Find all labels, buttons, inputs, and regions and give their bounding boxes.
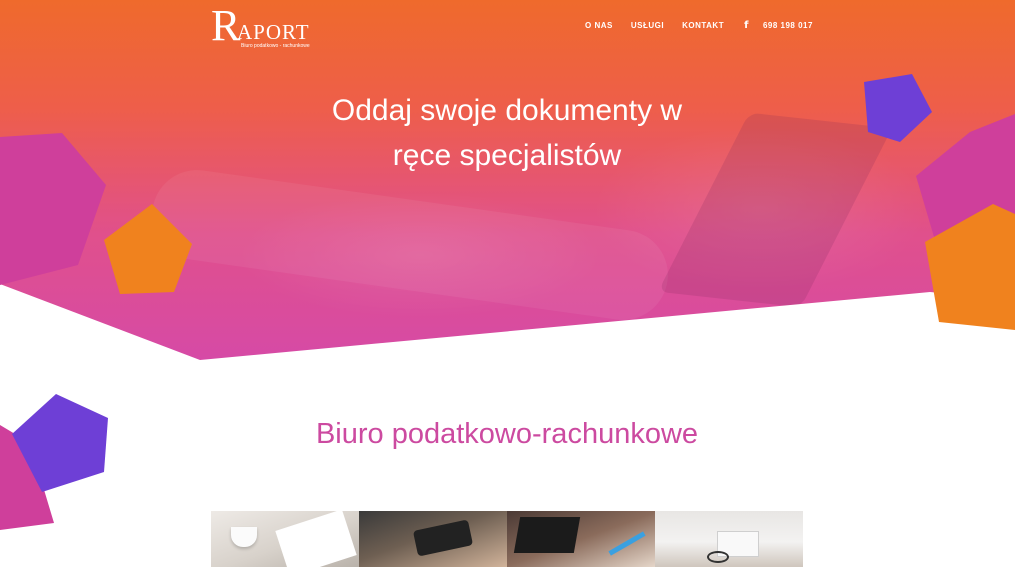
smartphone-shape [412, 519, 474, 557]
hero-headline-line-2: ręce specjalistów [392, 139, 622, 172]
paper-shape [275, 511, 357, 567]
nav-item-kontakt[interactable]: KONTAKT [682, 21, 724, 30]
logo-initial: R [211, 1, 241, 50]
logo-wordmark: APORT [237, 20, 310, 44]
purple-pentagon-shape-lower-left [12, 394, 108, 492]
gallery-photo-laptop-notes [507, 511, 655, 567]
pink-pentagon-shape-left [0, 133, 106, 285]
gallery-photo-smartphone [359, 511, 507, 567]
hero-banner [0, 0, 1015, 360]
raport-logo[interactable]: R APORT Biuro podatkowo - rachunkowe [211, 1, 341, 50]
glasses-shape [707, 551, 729, 563]
pen-shape [608, 531, 646, 556]
facebook-icon[interactable]: f [744, 20, 749, 31]
nav-item-o-nas[interactable]: O NAS [585, 21, 613, 30]
nav-item-uslugi[interactable]: USŁUGI [631, 21, 664, 30]
phone-number-link[interactable]: 698 198 017 [763, 21, 813, 30]
orange-pentagon-shape-left [104, 204, 192, 294]
gallery-photo-writing-with-coffee [211, 511, 359, 567]
hero-headline-line-1: Oddaj swoje dokumenty w [331, 94, 683, 127]
section-title: Biuro podatkowo-rachunkowe [315, 418, 699, 450]
orange-pentagon-shape-right [925, 204, 1015, 330]
coffee-cup-shape [231, 527, 257, 547]
main-navigation: O NAS USŁUGI KONTAKT f 698 198 017 [585, 20, 813, 31]
photo-gallery [211, 511, 804, 567]
gallery-photo-desk-laptop [655, 511, 803, 567]
logo-tagline: Biuro podatkowo - rachunkowe [241, 43, 310, 49]
laptop-screen-shape [513, 517, 581, 553]
hero-headline: Oddaj swoje dokumenty w ręce specjalistó… [257, 88, 757, 178]
